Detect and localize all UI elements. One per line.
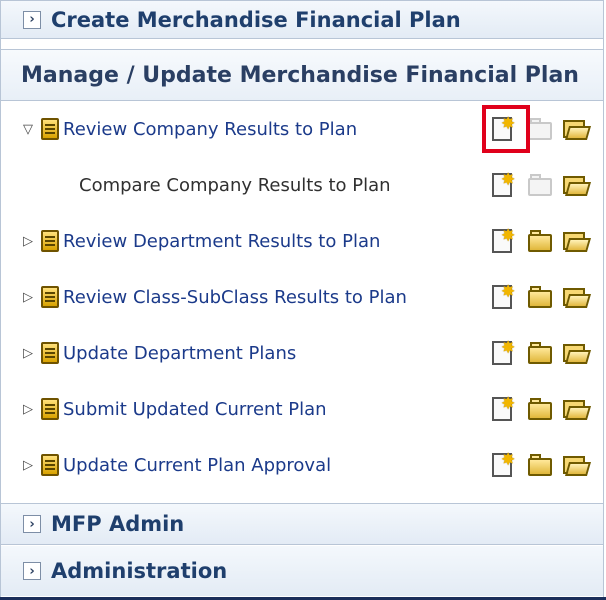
task-actions: ✸ xyxy=(488,437,592,493)
task-navigation-panel: › Create Merchandise Financial Plan Mana… xyxy=(0,0,604,598)
folder-icon[interactable] xyxy=(524,227,556,255)
task-row-review-company-results[interactable]: ▽ Review Company Results to Plan ✸ xyxy=(1,101,603,157)
expand-triangle-icon[interactable]: ▷ xyxy=(21,290,35,305)
task-label[interactable]: Update Current Plan Approval xyxy=(63,455,331,476)
task-label[interactable]: Review Class-SubClass Results to Plan xyxy=(63,287,407,308)
section-label: Manage / Update Merchandise Financial Pl… xyxy=(21,62,579,88)
new-document-icon[interactable]: ✸ xyxy=(488,282,520,311)
task-label[interactable]: Submit Updated Current Plan xyxy=(63,399,327,420)
folder-icon xyxy=(524,171,556,199)
section-label: Create Merchandise Financial Plan xyxy=(51,7,461,32)
task-actions: ✸ xyxy=(488,381,592,437)
new-document-icon[interactable]: ✸ xyxy=(488,114,520,143)
task-label[interactable]: Update Department Plans xyxy=(63,343,296,364)
task-document-icon xyxy=(41,230,59,252)
task-row-review-department-results[interactable]: ▷ Review Department Results to Plan ✸ xyxy=(1,213,603,269)
task-actions: ✸ xyxy=(488,101,592,157)
section-administration[interactable]: › Administration xyxy=(1,546,603,596)
task-document-icon xyxy=(41,342,59,364)
task-document-icon xyxy=(41,454,59,476)
section-manage-update-merchandise-financial-plan[interactable]: Manage / Update Merchandise Financial Pl… xyxy=(1,49,603,101)
folder-icon[interactable] xyxy=(524,339,556,367)
task-actions: ✸ xyxy=(488,157,592,213)
expand-triangle-icon[interactable]: ▷ xyxy=(21,458,35,473)
section-mfp-admin[interactable]: › MFP Admin xyxy=(1,503,603,545)
collapse-triangle-icon[interactable]: ▽ xyxy=(21,122,35,137)
folder-icon[interactable] xyxy=(524,283,556,311)
open-folder-icon[interactable] xyxy=(560,283,592,311)
section-label: Administration xyxy=(51,559,228,583)
task-row-review-class-subclass-results[interactable]: ▷ Review Class-SubClass Results to Plan … xyxy=(1,269,603,325)
open-folder-icon[interactable] xyxy=(560,339,592,367)
task-document-icon xyxy=(41,118,59,140)
task-document-icon xyxy=(41,398,59,420)
open-folder-icon[interactable] xyxy=(560,395,592,423)
expand-triangle-icon[interactable]: ▷ xyxy=(21,402,35,417)
task-row-compare-company-results[interactable]: Compare Company Results to Plan ✸ xyxy=(1,157,603,213)
open-folder-icon[interactable] xyxy=(560,115,592,143)
new-document-icon[interactable]: ✸ xyxy=(488,226,520,255)
section-label: MFP Admin xyxy=(51,512,185,536)
folder-icon[interactable] xyxy=(524,451,556,479)
collapse-toggle-icon[interactable]: › xyxy=(23,515,41,533)
expand-triangle-icon[interactable]: ▷ xyxy=(21,346,35,361)
task-label[interactable]: Compare Company Results to Plan xyxy=(79,175,391,196)
task-row-update-department-plans[interactable]: ▷ Update Department Plans ✸ xyxy=(1,325,603,381)
section-create-merchandise-financial-plan[interactable]: › Create Merchandise Financial Plan xyxy=(1,1,603,39)
task-row-update-current-plan-approval[interactable]: ▷ Update Current Plan Approval ✸ xyxy=(1,437,603,493)
task-actions: ✸ xyxy=(488,325,592,381)
open-folder-icon[interactable] xyxy=(560,451,592,479)
new-document-icon[interactable]: ✸ xyxy=(488,338,520,367)
task-document-icon xyxy=(41,286,59,308)
open-folder-icon[interactable] xyxy=(560,171,592,199)
task-label[interactable]: Review Company Results to Plan xyxy=(63,119,357,140)
new-document-icon[interactable]: ✸ xyxy=(488,170,520,199)
new-document-icon[interactable]: ✸ xyxy=(488,394,520,423)
task-row-submit-updated-current-plan[interactable]: ▷ Submit Updated Current Plan ✸ xyxy=(1,381,603,437)
task-label[interactable]: Review Department Results to Plan xyxy=(63,231,380,252)
new-document-icon[interactable]: ✸ xyxy=(488,450,520,479)
collapse-toggle-icon[interactable]: › xyxy=(23,10,41,29)
expand-triangle-icon[interactable]: ▷ xyxy=(21,234,35,249)
task-actions: ✸ xyxy=(488,213,592,269)
task-actions: ✸ xyxy=(488,269,592,325)
collapse-toggle-icon[interactable]: › xyxy=(23,562,41,580)
folder-icon[interactable] xyxy=(524,395,556,423)
folder-icon xyxy=(524,115,556,143)
open-folder-icon[interactable] xyxy=(560,227,592,255)
